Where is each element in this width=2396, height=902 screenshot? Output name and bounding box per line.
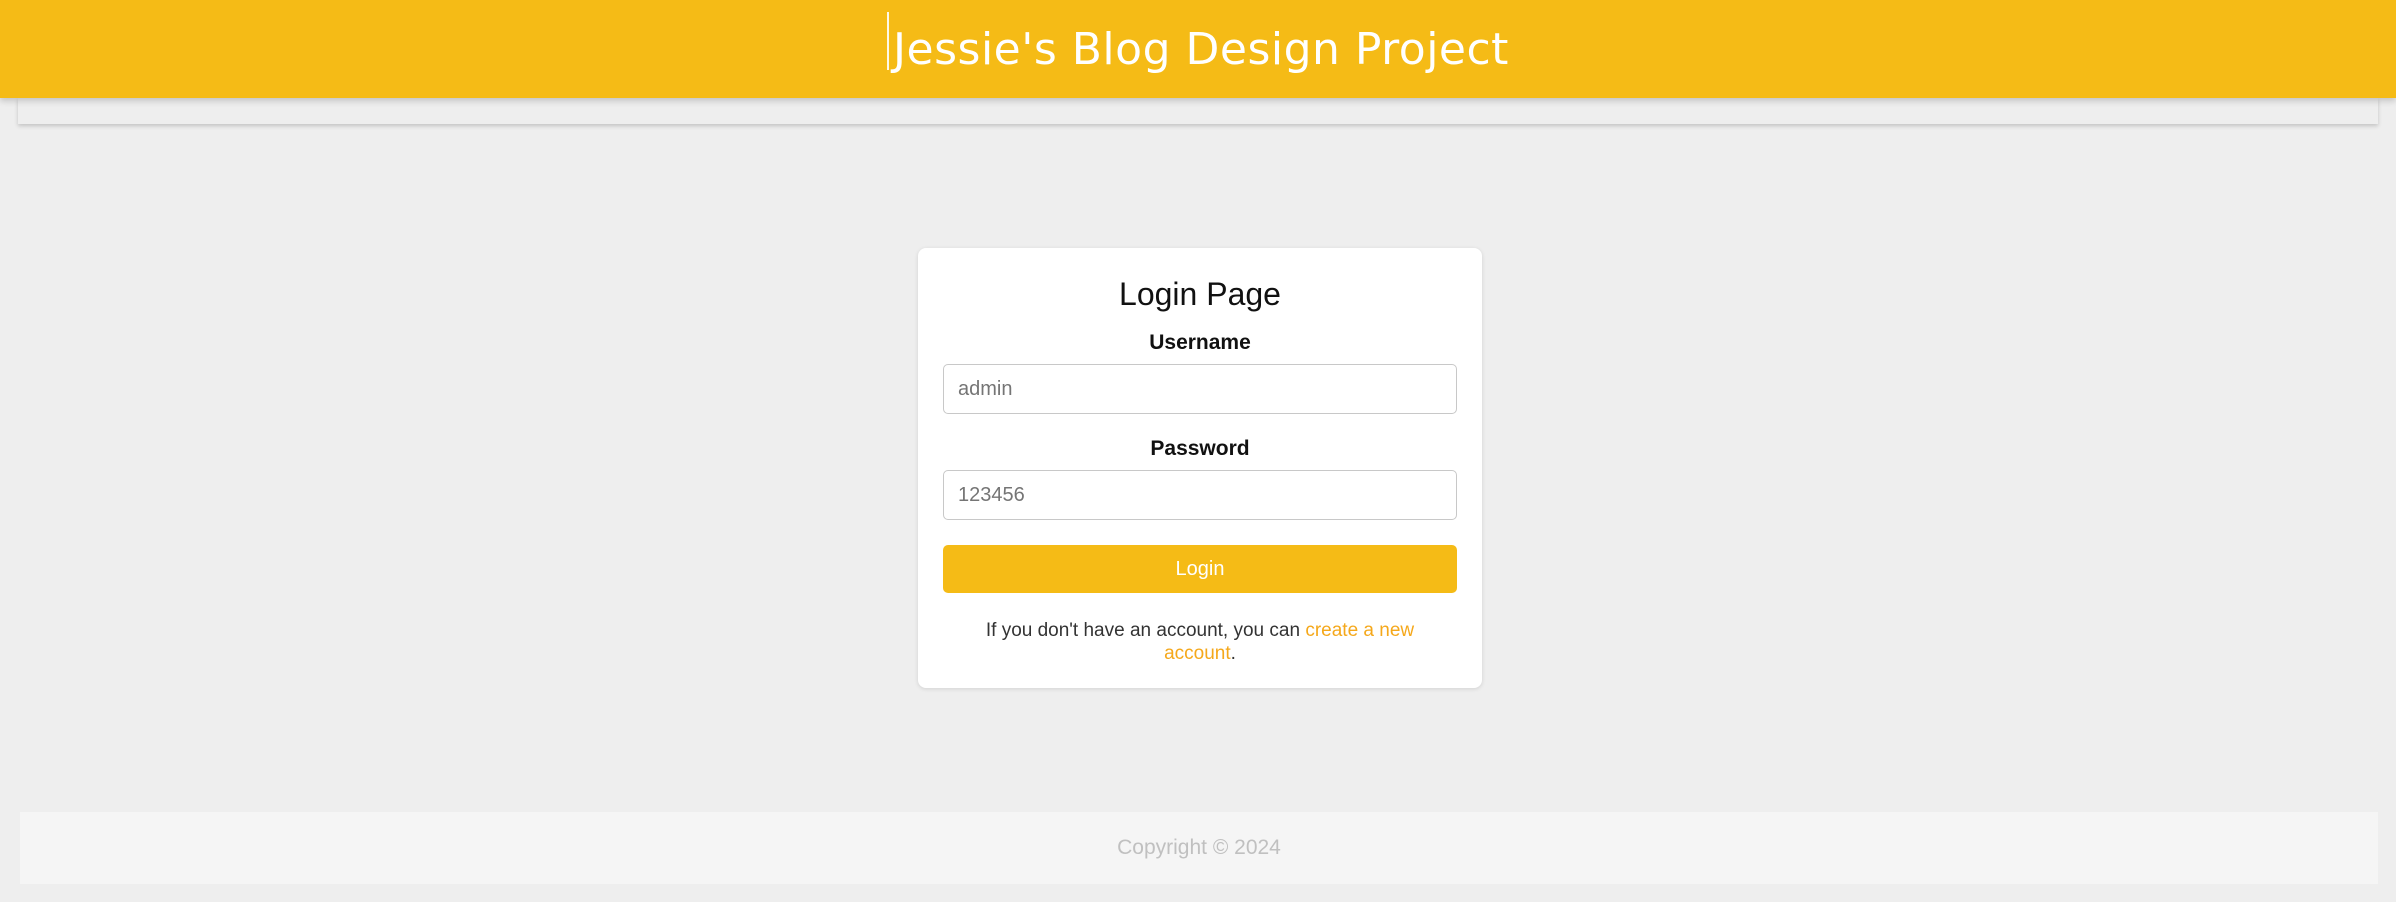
password-label: Password <box>1150 437 1250 460</box>
signup-suffix: . <box>1230 643 1236 664</box>
password-input[interactable] <box>943 470 1457 520</box>
site-title: Jessie's Blog Design Project <box>887 11 1509 75</box>
username-input[interactable] <box>943 364 1457 414</box>
site-title-text: Jessie's Blog Design Project <box>893 23 1509 75</box>
site-footer: Copyright © 2024 <box>20 812 2378 884</box>
signup-message: If you don't have an account, you can cr… <box>970 619 1430 665</box>
copyright-text: Copyright © 2024 <box>1117 836 1281 859</box>
login-button[interactable]: Login <box>943 545 1457 593</box>
nav-bar <box>18 98 2378 124</box>
login-card: Login Page Username Password Login If yo… <box>918 248 1482 688</box>
signup-prefix: If you don't have an account, you can <box>985 620 1306 641</box>
site-header: Jessie's Blog Design Project <box>0 0 2396 98</box>
username-label: Username <box>1149 331 1251 354</box>
text-cursor <box>887 11 890 70</box>
page-title: Login Page <box>1119 276 1281 312</box>
